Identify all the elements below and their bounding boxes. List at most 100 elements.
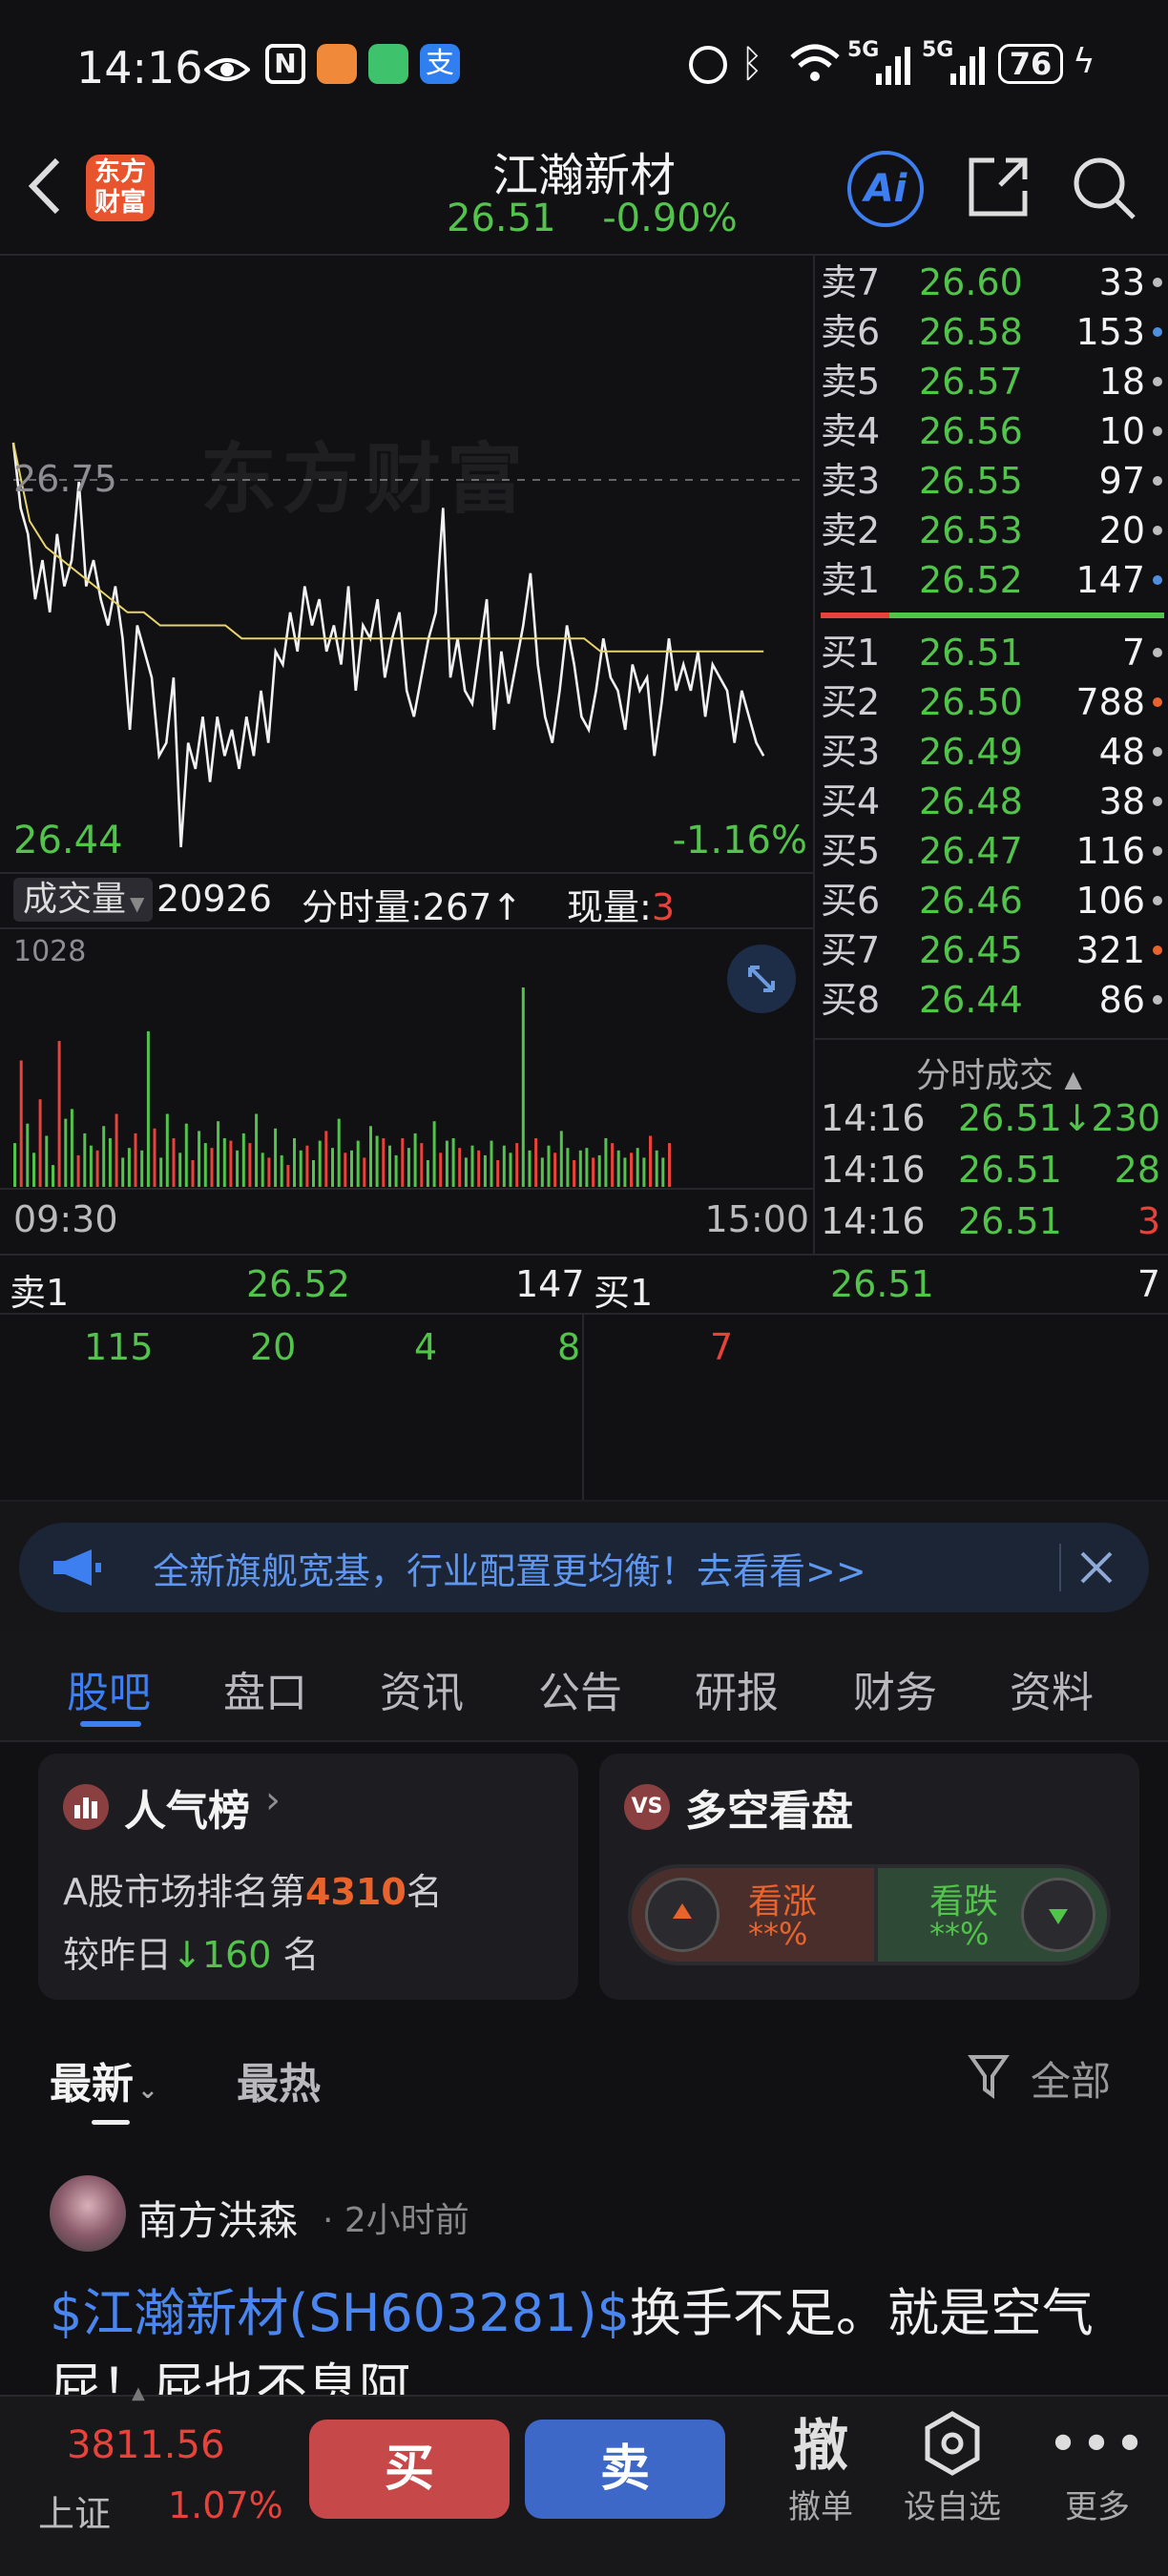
share-icon[interactable] [966,155,1031,219]
intraday-chart[interactable]: 东方财富 26.75 26.44 -1.16% 成交量 ▼ 20926 分时量:2… [0,256,813,1254]
volume-bar [464,1157,468,1187]
sell-row[interactable]: 卖4 26.56 10 [821,406,1164,456]
tab-announcements[interactable]: 公告 [538,1658,622,1719]
volume-bar [153,1128,156,1187]
volume-bar [337,1118,341,1187]
expand-icon[interactable] [727,945,796,1013]
status-bar: 14:16 N 支 ᛒ 5G 5G 76 ϟ [0,0,1168,134]
sell-row[interactable]: 卖1 26.52 147 [821,555,1164,605]
more-button[interactable]: ••• 更多 [1040,2410,1155,2553]
buy-marker-dot [1153,797,1162,806]
sell-row[interactable]: 卖5 26.57 18 [821,357,1164,406]
sell-level-label: 卖5 [821,361,881,403]
cancel-order-button[interactable]: 撤 撤单 [763,2410,878,2553]
cancel-label: 撤单 [788,2488,853,2526]
buy-marker-dot [1153,995,1162,1005]
queue-sell-volume: 147 [515,1263,585,1305]
sell-row[interactable]: 卖7 26.60 33 [821,258,1164,307]
tab-finance[interactable]: 财务 [853,1658,937,1719]
post-stock-tag[interactable]: $江瀚新材(SH603281)$ [50,2283,630,2343]
sell-price: 26.55 [919,460,1023,502]
buy-row[interactable]: 买7 26.45 321 [821,925,1164,975]
sell-row[interactable]: 卖6 26.58 153 [821,307,1164,357]
volume-bar [121,1157,125,1187]
triangle-up-icon [645,1878,720,1952]
promo-banner[interactable]: 全新旗舰宽基，行业配置更均衡！去看看>> [19,1523,1149,1612]
buy-level-label: 买7 [821,929,881,971]
volume-bar [350,1150,353,1187]
buy-row[interactable]: 买5 26.47 116 [821,826,1164,876]
volume-bar [203,1143,207,1187]
tab-guba[interactable]: 股吧 [67,1658,151,1719]
volume-bar [229,1140,233,1187]
sell-row[interactable]: 卖2 26.53 20 [821,506,1164,555]
rank-line: A股市场排名第4310名 [63,1862,443,1915]
order-book-ratio-bar [821,613,1164,618]
volume-bar [604,1138,608,1187]
volume-bar [573,1160,576,1187]
buy-volume: 321 [1075,929,1145,971]
volume-bar [255,1113,259,1187]
tab-profile[interactable]: 资料 [1010,1658,1094,1719]
buy-row[interactable]: 买1 26.51 7 [821,628,1164,677]
buy-row[interactable]: 买3 26.49 48 [821,727,1164,777]
volume-bar [172,1138,176,1187]
sell-button[interactable]: 卖 [525,2420,725,2519]
volume-bar [134,1132,137,1187]
buy-marker-dot [1153,697,1162,707]
close-icon[interactable] [1073,1544,1120,1591]
buy-marker-dot [1153,945,1162,955]
tab-news[interactable]: 资讯 [380,1658,464,1719]
buy-level-label: 买5 [821,830,881,872]
volume-bar [649,1135,652,1187]
volume-bar [547,1145,551,1187]
rank-prefix: A股市场排名第 [63,1871,305,1913]
buy-row[interactable]: 买2 26.50 788 [821,677,1164,727]
popularity-card[interactable]: 人气榜 › A股市场排名第4310名 较昨日↓160 名 [38,1754,578,2000]
sell-level-label: 卖4 [821,410,881,452]
post-author[interactable]: 南方洪森 [137,2189,298,2247]
buy-price: 26.44 [919,979,1023,1021]
sort-latest[interactable]: 最新 ⌄ [50,2049,158,2110]
sort-hot[interactable]: 最热 [237,2049,321,2110]
trades-title[interactable]: 分时成交 ▲ [916,1048,1082,1097]
megaphone-icon [50,1548,103,1588]
volume-bar [369,1126,372,1187]
volume-bar [293,1138,296,1187]
volume-bar [534,1138,538,1187]
buy-row[interactable]: 买8 26.44 86 [821,975,1164,1025]
post-content[interactable]: $江瀚新材(SH603281)$换手不足。就是空气 [50,2276,1118,2351]
bull-percent: **% [748,1916,808,1952]
tab-research[interactable]: 研报 [695,1658,779,1719]
buy-button[interactable]: 买 [309,2420,510,2519]
volume-selector[interactable]: 成交量 ▼ [13,878,153,922]
chevron-down-icon: ⌄ [137,2076,158,2105]
ai-button[interactable]: Ai [847,151,924,227]
volume-bar [146,1030,150,1187]
triangle-up-icon: ▲ [1064,1066,1082,1092]
volume-bar [655,1150,658,1187]
bear-button[interactable]: 看跌 **% [878,1868,1107,1962]
index-value[interactable]: 3811.56 [67,2423,224,2467]
filter-button[interactable]: 全部 [968,2047,1158,2105]
queue-sell-order: 20 [250,1326,297,1368]
buy-row[interactable]: 买6 26.46 106 [821,876,1164,925]
buy-row[interactable]: 买4 26.48 38 [821,777,1164,826]
bluetooth-icon: ᛒ [740,42,763,86]
trade-row: 14:16 26.51 28 [821,1149,1164,1200]
volume-bar [477,1150,481,1187]
tab-pankou[interactable]: 盘口 [223,1658,307,1719]
avatar[interactable] [50,2175,126,2252]
sell-row[interactable]: 卖3 26.55 97 [821,456,1164,506]
network-type-2: 5G [922,38,954,62]
search-icon[interactable] [1071,155,1137,221]
ranking-icon [63,1784,109,1830]
volume-bar [95,1150,99,1187]
volume-bar [592,1157,595,1187]
add-watchlist-button[interactable]: 设自选 [895,2410,1010,2553]
sell-level-label: 卖6 [821,311,881,353]
sentiment-card[interactable]: VS 多空看盘 看涨 **% 看跌 **% [599,1754,1139,2000]
bull-button[interactable]: 看涨 **% [632,1868,874,1962]
volume-bar [286,1165,290,1187]
buy-volume: 788 [1075,681,1145,723]
